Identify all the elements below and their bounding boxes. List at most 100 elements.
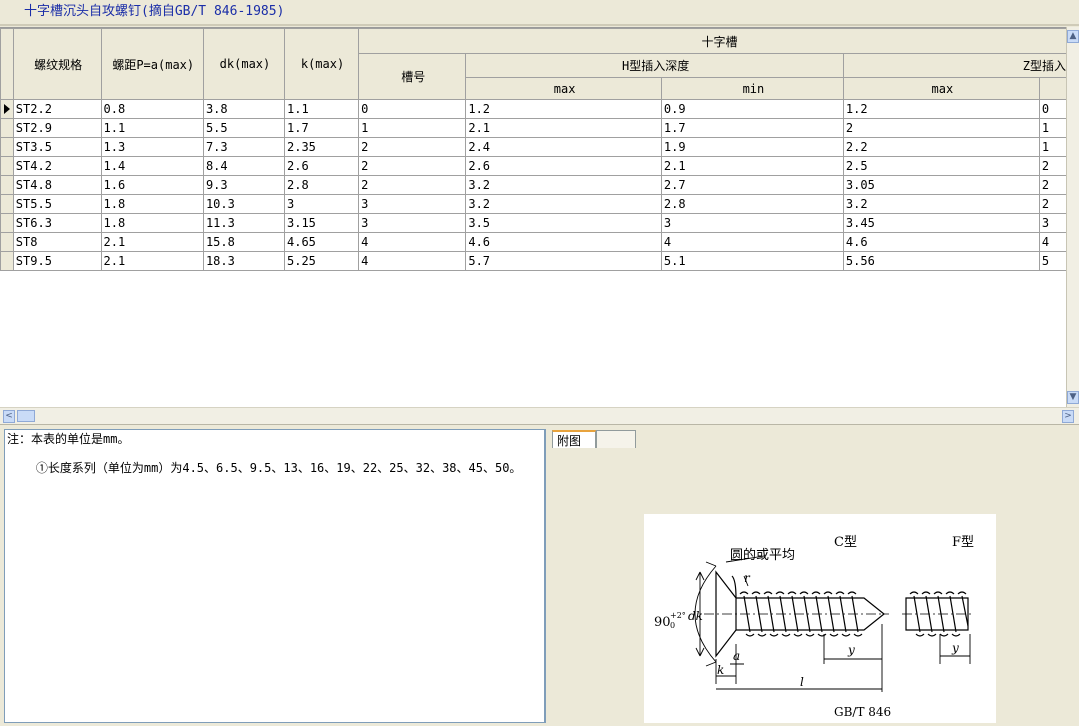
table-row[interactable]: ST6.3 1.8 11.3 3.15 3 3.5 3 3.45 3 [0,213,1079,233]
table-cell[interactable]: ST2.9 [12,118,102,138]
table-cell[interactable]: 4.6 [465,232,662,252]
table-cell[interactable]: 2 [358,137,467,157]
table-row[interactable]: ST5.5 1.8 10.3 3 3 3.2 2.8 3.2 2 [0,194,1079,214]
col-header-h-max[interactable]: max [465,77,662,100]
col-header-dk-max[interactable]: dk(max) [202,28,286,100]
row-indicator[interactable] [0,99,14,119]
row-indicator[interactable] [0,118,14,138]
col-header-k-max[interactable]: k(max) [283,28,360,100]
notes-textbox[interactable]: 注：本表的单位是mm。 ①长度系列（单位为mm）为4.5、6.5、9.5、13、… [4,429,546,723]
table-cell[interactable]: 3.2 [842,194,1040,214]
table-cell[interactable]: 1.4 [100,156,204,176]
table-cell[interactable]: 5.5 [202,118,286,138]
table-cell[interactable]: 3 [283,194,360,214]
table-cell[interactable]: 3.2 [465,175,662,195]
table-cell[interactable]: 4 [358,232,467,252]
table-cell[interactable]: 2.6 [283,156,360,176]
col-header-slot-no[interactable]: 槽号 [358,53,467,100]
row-indicator[interactable] [0,213,14,233]
table-cell[interactable]: ST3.5 [12,137,102,157]
table-cell[interactable]: 8.4 [202,156,286,176]
data-grid[interactable]: 螺纹规格 螺距P=a(max) dk(max) k(max) 十字槽 槽号 H型… [0,27,1079,424]
table-cell[interactable]: ST2.2 [12,99,102,119]
row-indicator[interactable] [0,175,14,195]
table-cell[interactable]: 1 [358,118,467,138]
table-cell[interactable]: 5.7 [465,251,662,271]
tab-blank[interactable] [596,430,636,448]
scroll-right-button[interactable]: > [1062,410,1074,423]
row-indicator[interactable] [0,194,14,214]
table-cell[interactable]: 5.25 [283,251,360,271]
table-cell[interactable]: 3.15 [283,213,360,233]
table-cell[interactable]: 4.65 [283,232,360,252]
row-indicator[interactable] [0,137,14,157]
table-cell[interactable]: 1.9 [660,137,844,157]
table-cell[interactable]: 18.3 [202,251,286,271]
table-cell[interactable]: 3.45 [842,213,1040,233]
table-cell[interactable]: 2 [358,175,467,195]
table-cell[interactable]: 5.1 [660,251,844,271]
table-cell[interactable]: 1.7 [283,118,360,138]
table-cell[interactable]: 4.6 [842,232,1040,252]
table-cell[interactable]: 2.8 [283,175,360,195]
table-row[interactable]: ST3.5 1.3 7.3 2.35 2 2.4 1.9 2.2 1 [0,137,1079,157]
table-cell[interactable]: 2 [842,118,1040,138]
table-cell[interactable]: 1.2 [465,99,662,119]
scroll-up-button[interactable]: ▲ [1067,30,1079,43]
col-header-z-max[interactable]: max [842,77,1040,100]
table-cell[interactable]: 2.1 [100,232,204,252]
table-cell[interactable]: 2.6 [465,156,662,176]
table-cell[interactable]: 1.1 [283,99,360,119]
table-cell[interactable]: 11.3 [202,213,286,233]
scroll-down-button[interactable]: ▼ [1067,391,1079,404]
table-cell[interactable]: 9.3 [202,175,286,195]
table-cell[interactable]: 3 [660,213,844,233]
table-cell[interactable]: 1.7 [660,118,844,138]
tab-figure[interactable]: 附图 [552,430,596,448]
table-row[interactable]: ST2.2 0.8 3.8 1.1 0 1.2 0.9 1.2 0 [0,99,1079,119]
table-cell[interactable]: 0.8 [100,99,204,119]
vertical-scrollbar[interactable]: ▲ ▼ [1066,27,1079,407]
row-indicator[interactable] [0,251,14,271]
table-row[interactable]: ST9.5 2.1 18.3 5.25 4 5.7 5.1 5.56 5 [0,251,1079,271]
table-cell[interactable]: 4 [358,251,467,271]
table-cell[interactable]: 10.3 [202,194,286,214]
table-cell[interactable]: 2.1 [660,156,844,176]
table-cell[interactable]: 2.1 [465,118,662,138]
table-cell[interactable]: 2.1 [100,251,204,271]
table-cell[interactable]: 4 [660,232,844,252]
table-row[interactable]: ST8 2.1 15.8 4.65 4 4.6 4 4.6 4 [0,232,1079,252]
table-cell[interactable]: 1.6 [100,175,204,195]
scroll-left-button[interactable]: < [3,410,15,423]
table-cell[interactable]: 3.05 [842,175,1040,195]
table-cell[interactable]: ST8 [12,232,102,252]
table-cell[interactable]: 2.2 [842,137,1040,157]
table-cell[interactable]: ST4.2 [12,156,102,176]
table-cell[interactable]: 2.35 [283,137,360,157]
table-cell[interactable]: 1.1 [100,118,204,138]
horizontal-scrollbar[interactable]: < > [0,407,1079,424]
table-row[interactable]: ST4.8 1.6 9.3 2.8 2 3.2 2.7 3.05 2 [0,175,1079,195]
table-row[interactable]: ST2.9 1.1 5.5 1.7 1 2.1 1.7 2 1 [0,118,1079,138]
table-cell[interactable]: ST4.8 [12,175,102,195]
horizontal-scroll-thumb[interactable] [17,410,35,422]
col-header-thread-spec[interactable]: 螺纹规格 [12,28,102,100]
table-cell[interactable]: 1.2 [842,99,1040,119]
table-cell[interactable]: ST9.5 [12,251,102,271]
table-cell[interactable]: 3.8 [202,99,286,119]
table-cell[interactable]: 2.5 [842,156,1040,176]
table-cell[interactable]: 15.8 [202,232,286,252]
table-cell[interactable]: 3.2 [465,194,662,214]
table-cell[interactable]: ST6.3 [12,213,102,233]
table-cell[interactable]: 3.5 [465,213,662,233]
col-header-h-min[interactable]: min [660,77,844,100]
table-cell[interactable]: 0 [358,99,467,119]
table-cell[interactable]: 0.9 [660,99,844,119]
table-cell[interactable]: 7.3 [202,137,286,157]
table-cell[interactable]: 1.8 [100,194,204,214]
table-cell[interactable]: 3 [358,194,467,214]
table-cell[interactable]: 1.8 [100,213,204,233]
row-indicator[interactable] [0,232,14,252]
col-header-pitch[interactable]: 螺距P=a(max) [100,28,204,100]
table-cell[interactable]: 2.8 [660,194,844,214]
